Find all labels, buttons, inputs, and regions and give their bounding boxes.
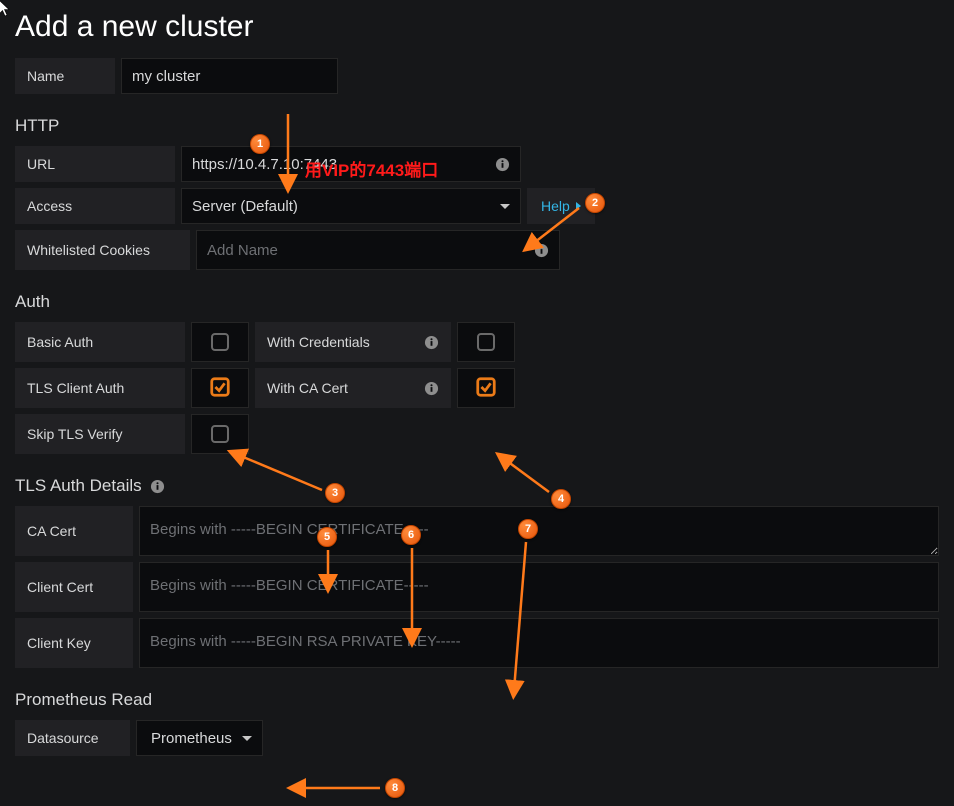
- annotation-badge-7: 7: [518, 519, 538, 539]
- with-credentials-checkbox[interactable]: [457, 322, 515, 362]
- tls-heading-text: TLS Auth Details: [15, 476, 142, 496]
- auth-heading: Auth: [15, 292, 939, 312]
- info-icon: [423, 334, 439, 350]
- info-icon: [494, 156, 510, 172]
- annotation-badge-6: 6: [401, 525, 421, 545]
- access-label: Access: [15, 188, 175, 224]
- annotation-badge-2: 2: [585, 193, 605, 213]
- name-input[interactable]: [121, 58, 338, 94]
- url-label: URL: [15, 146, 175, 182]
- client-cert-label: Client Cert: [15, 562, 133, 612]
- cookies-label: Whitelisted Cookies: [15, 230, 190, 270]
- annotation-badge-8: 8: [385, 778, 405, 798]
- skip-tls-verify-label: Skip TLS Verify: [15, 414, 185, 454]
- with-credentials-text: With Credentials: [267, 334, 370, 350]
- access-value: Server (Default): [192, 198, 492, 215]
- with-ca-cert-text: With CA Cert: [267, 380, 348, 396]
- help-label: Help: [541, 198, 570, 214]
- chevron-down-icon: [500, 204, 510, 209]
- info-icon: [533, 242, 549, 258]
- annotation-badge-1: 1: [250, 134, 270, 154]
- tls-client-auth-label: TLS Client Auth: [15, 368, 185, 408]
- client-key-label: Client Key: [15, 618, 133, 668]
- tls-details-heading: TLS Auth Details: [15, 476, 939, 496]
- chevron-right-icon: [576, 202, 581, 210]
- tls-client-auth-checkbox[interactable]: [191, 368, 249, 408]
- ca-cert-textarea[interactable]: [139, 506, 939, 556]
- with-credentials-label: With Credentials: [255, 322, 451, 362]
- client-cert-textarea[interactable]: [139, 562, 939, 612]
- annotation-arrow-8: [290, 780, 386, 799]
- with-ca-cert-checkbox[interactable]: [457, 368, 515, 408]
- datasource-select[interactable]: Prometheus: [136, 720, 263, 756]
- annotation-badge-4: 4: [551, 489, 571, 509]
- prometheus-heading: Prometheus Read: [15, 690, 939, 710]
- datasource-label: Datasource: [15, 720, 130, 756]
- basic-auth-checkbox[interactable]: [191, 322, 249, 362]
- basic-auth-label: Basic Auth: [15, 322, 185, 362]
- annotation-badge-5: 5: [317, 527, 337, 547]
- ca-cert-label: CA Cert: [15, 506, 133, 556]
- annotation-text: 用VIP的7443端口: [305, 156, 438, 181]
- access-select[interactable]: Server (Default): [181, 188, 521, 224]
- info-icon: [423, 380, 439, 396]
- with-ca-cert-label: With CA Cert: [255, 368, 451, 408]
- annotation-badge-3: 3: [325, 483, 345, 503]
- http-heading: HTTP: [15, 116, 939, 136]
- mouse-cursor-icon: [0, 0, 14, 24]
- client-key-textarea[interactable]: [139, 618, 939, 668]
- skip-tls-verify-checkbox[interactable]: [191, 414, 249, 454]
- info-icon: [150, 478, 166, 494]
- name-label: Name: [15, 58, 115, 94]
- page-title: Add a new cluster: [15, 10, 939, 44]
- cookies-input[interactable]: [197, 231, 529, 269]
